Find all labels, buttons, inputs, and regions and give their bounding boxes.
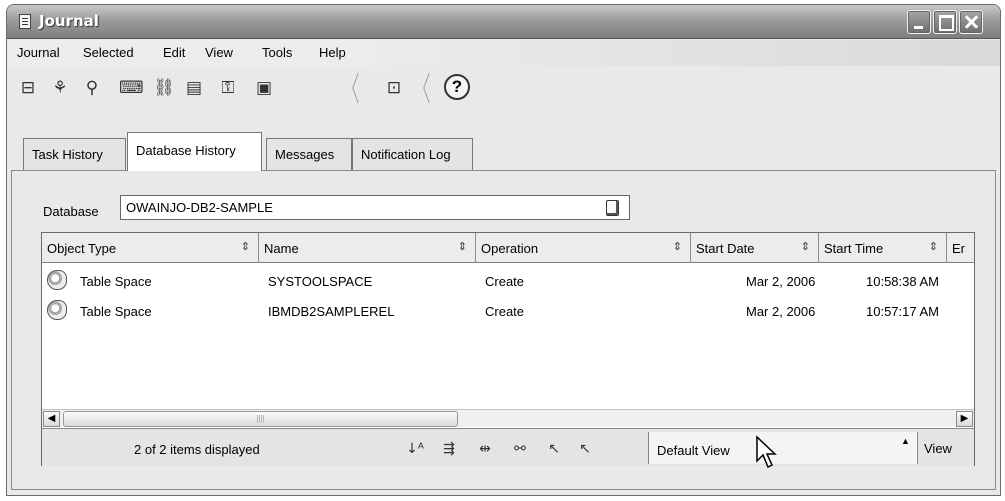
table-row[interactable]: Table Space SYSTOOLSPACE Create Mar 2, 2… <box>42 266 974 296</box>
column-operation[interactable]: Operation ⇕ <box>476 233 691 262</box>
scroll-left-button[interactable]: ◀ <box>43 411 60 427</box>
select-all-icon[interactable]: ↖ <box>543 439 565 459</box>
tab-notification-log[interactable]: Notification Log <box>352 138 473 170</box>
cell-operation: Create <box>485 274 525 289</box>
health-center-icon[interactable]: ▤ <box>183 77 205 99</box>
caret-up-icon: ▲ <box>901 436 910 446</box>
journal-window: Journal Journal Selected Edit View Tools… <box>6 4 1001 496</box>
menu-selected[interactable]: Selected <box>83 45 134 60</box>
window-title: Journal <box>39 12 99 30</box>
database-value: OWAINJO-DB2-SAMPLE <box>126 200 273 215</box>
toolbar-separator <box>351 73 361 103</box>
column-label: Start Date <box>696 241 755 256</box>
view-button[interactable]: View <box>924 441 952 456</box>
sort-icon[interactable]: ↓ᴬ <box>404 439 426 459</box>
table-header: Object Type ⇕ Name ⇕ Operation ⇕ Start D… <box>42 233 974 263</box>
menu-bar: Journal Selected Edit View Tools Help <box>7 40 1000 66</box>
view-selected-value: Default View <box>657 443 730 458</box>
sort-icon: ⇕ <box>800 241 810 253</box>
cell-start-time: 10:57:17 AM <box>866 304 939 319</box>
sort-icon: ⇕ <box>672 241 682 253</box>
column-label: Object Type <box>47 241 117 256</box>
menu-journal[interactable]: Journal <box>17 45 60 60</box>
tab-database-history[interactable]: Database History <box>127 132 262 171</box>
command-editor-icon[interactable]: ⌨ <box>119 77 144 99</box>
title-bar[interactable]: Journal <box>7 5 1000 39</box>
column-end[interactable]: Er <box>947 233 975 262</box>
menu-edit[interactable]: Edit <box>163 45 185 60</box>
column-label: Operation <box>481 241 539 256</box>
column-object-type[interactable]: Object Type ⇕ <box>42 233 259 262</box>
deselect-all-icon[interactable]: ↖ <box>574 439 596 459</box>
menu-view[interactable]: View <box>205 45 233 60</box>
view-selector[interactable]: Default View ▲ <box>648 432 918 464</box>
database-field[interactable]: OWAINJO-DB2-SAMPLE <box>120 195 630 220</box>
filter-icon[interactable]: ⇶ <box>438 439 460 459</box>
cell-name: IBMDB2SAMPLEREL <box>268 304 395 319</box>
journal-window-icon <box>19 14 31 29</box>
database-browse-button[interactable] <box>606 200 619 216</box>
cell-start-date: Mar 2, 2006 <box>746 274 816 289</box>
scroll-thumb[interactable]: |||| <box>63 411 458 427</box>
tools-settings-icon[interactable]: ⊡ <box>383 77 405 99</box>
tab-task-history[interactable]: Task History <box>23 138 126 170</box>
table-space-icon <box>47 300 67 320</box>
column-label: Name <box>264 241 299 256</box>
column-start-time[interactable]: Start Time ⇕ <box>819 233 947 262</box>
cell-name: SYSTOOLSPACE <box>268 274 373 289</box>
cell-start-date: Mar 2, 2006 <box>746 304 816 319</box>
mouse-cursor-icon <box>756 435 777 469</box>
find-icon[interactable]: ⚯ <box>509 439 531 459</box>
minimize-button[interactable] <box>907 10 931 34</box>
cell-operation: Create <box>485 304 525 319</box>
column-start-date[interactable]: Start Date ⇕ <box>691 233 819 262</box>
journal-icon[interactable]: ⚲ <box>81 77 103 99</box>
development-center-icon[interactable]: ⛓ <box>153 77 175 99</box>
menu-help[interactable]: Help <box>319 45 346 60</box>
database-label: Database <box>43 204 99 219</box>
configuration-assistant-icon[interactable]: ▣ <box>253 77 275 99</box>
close-button[interactable] <box>959 10 983 34</box>
horizontal-scrollbar[interactable]: ◀ |||| ▶ <box>42 409 974 427</box>
toolbar-separator <box>422 73 432 103</box>
maximize-button[interactable] <box>933 10 957 34</box>
sort-icon: ⇕ <box>928 241 938 253</box>
cell-object-type: Table Space <box>80 274 152 289</box>
table-row[interactable]: Table Space IBMDB2SAMPLEREL Create Mar 2… <box>42 296 974 326</box>
column-label: Start Time <box>824 241 884 256</box>
cell-object-type: Table Space <box>80 304 152 319</box>
replication-center-icon[interactable]: ⚘ <box>49 77 71 99</box>
column-label: Er <box>952 241 965 256</box>
license-center-icon[interactable]: ⚿ <box>217 77 239 99</box>
task-center-icon[interactable]: ⊟ <box>17 77 39 99</box>
scroll-right-button[interactable]: ▶ <box>956 411 973 427</box>
table-space-icon <box>47 270 67 290</box>
toolbar: ⊟ ⚘ ⚲ ⌨ ⛓ ▤ ⚿ ▣ ⊡ ? <box>7 66 1000 106</box>
status-bar: 2 of 2 items displayed ↓ᴬ ⇶ ⇹ ⚯ ↖ ↖ Defa… <box>42 428 974 466</box>
menu-tools[interactable]: Tools <box>262 45 292 60</box>
customize-columns-icon[interactable]: ⇹ <box>474 439 496 459</box>
help-icon[interactable]: ? <box>444 74 470 100</box>
column-name[interactable]: Name ⇕ <box>259 233 476 262</box>
tab-strip: Task History Database History Messages N… <box>7 128 1000 171</box>
tab-messages[interactable]: Messages <box>266 138 352 170</box>
history-table: Object Type ⇕ Name ⇕ Operation ⇕ Start D… <box>41 232 975 466</box>
sort-icon: ⇕ <box>240 241 250 253</box>
item-count: 2 of 2 items displayed <box>134 442 260 457</box>
cell-start-time: 10:58:38 AM <box>866 274 939 289</box>
sort-icon: ⇕ <box>457 241 467 253</box>
